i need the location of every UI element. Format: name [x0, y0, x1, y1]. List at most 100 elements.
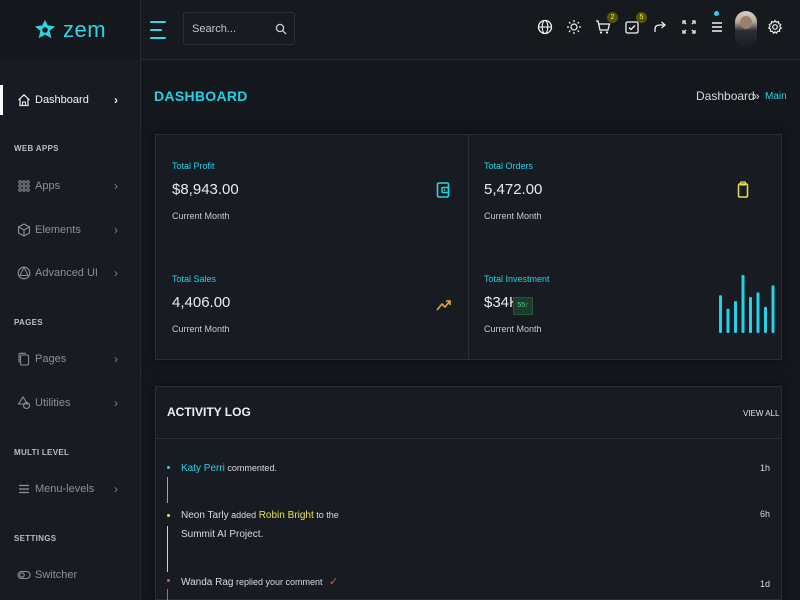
fullscreen-icon[interactable] [680, 18, 698, 36]
sidebar-label-advanced-ui: Advanced UI [35, 267, 98, 279]
right-sidebar-menu-icon[interactable] [708, 11, 726, 36]
shapes-icon [17, 396, 31, 410]
stat-value: 5,472.00 [484, 181, 543, 198]
settings-gear-icon[interactable] [766, 18, 784, 36]
stat-total-orders: Total Orders 5,472.00 Current Month [468, 135, 768, 235]
stat-sub: Current Month [172, 324, 230, 334]
sparkline-bar [771, 285, 775, 333]
tasks-badge: 5 [636, 12, 647, 23]
sidebar-item-dashboard[interactable]: Dashboard › [0, 85, 140, 115]
view-all-link[interactable]: VIEW ALL [743, 409, 779, 418]
stat-total-sales: Total Sales 4,406.00 Current Month [156, 248, 456, 348]
sidebar-label-utilities: Utilities [35, 397, 71, 409]
trend-up-icon [436, 300, 451, 311]
timeline-dot [167, 466, 170, 469]
timeline-dot [167, 514, 170, 517]
activity-action: replied your comment [235, 577, 323, 587]
activity-time: 6h [759, 509, 770, 519]
activity-text: Neon Tarly added Robin Bright to the Sum… [181, 506, 339, 544]
section-multi-level: MULTI LEVEL [14, 448, 70, 457]
sparkline-bar [764, 306, 767, 333]
user-avatar[interactable] [735, 11, 757, 47]
cart-icon[interactable]: 2 [594, 12, 618, 36]
search-input[interactable] [192, 20, 274, 38]
investment-trend-badge: 55↑ [513, 297, 533, 315]
chevron-right-icon: › [114, 396, 118, 410]
timeline-line [167, 477, 168, 503]
sparkline-bar [749, 297, 752, 333]
switcher-toggle-icon [17, 570, 31, 580]
sparkline-bar [734, 301, 737, 333]
apps-grid-icon [18, 180, 30, 192]
chevron-right-icon: › [114, 223, 118, 237]
search-box [183, 12, 295, 45]
stat-label: Total Sales [172, 274, 217, 284]
activity-text: Wanda Rag replied your comment ✓ [181, 573, 338, 592]
stat-label: Total Orders [484, 161, 534, 171]
stat-sub: Current Month [484, 211, 542, 221]
sidebar-item-elements[interactable]: Elements › [0, 215, 140, 245]
activity-log-card: ACTIVITY LOG VIEW ALL Katy Perri comment… [155, 386, 782, 600]
activity-action: added [231, 510, 257, 520]
active-indicator [0, 85, 3, 115]
sidebar-label-dashboard: Dashboard [35, 94, 89, 106]
home-icon [18, 93, 30, 107]
timeline-dot [167, 579, 170, 582]
activity-user[interactable]: Wanda Rag [181, 577, 233, 588]
chevron-right-icon: › [114, 93, 118, 107]
activity-time: 1h [759, 463, 770, 473]
sidebar-item-apps[interactable]: Apps › [0, 171, 140, 201]
breadcrumb-main: Main [765, 91, 787, 102]
sidebar-item-menu-levels[interactable]: Menu-levels › [0, 474, 140, 504]
sparkline-bar [719, 295, 722, 333]
sidebar-label-elements: Elements [35, 224, 81, 236]
globe-icon[interactable] [536, 18, 554, 36]
zem-logo-icon [34, 19, 56, 39]
activity-user[interactable]: Katy Perri [181, 463, 225, 474]
activity-time: 1d [759, 579, 770, 589]
wallet-icon [436, 182, 450, 198]
sidebar-label-menu-levels: Menu-levels [35, 483, 95, 495]
divider [156, 438, 781, 439]
theme-sun-icon[interactable] [565, 18, 583, 36]
sparkline-bar [726, 308, 730, 333]
sidebar-label-pages: Pages [35, 353, 67, 365]
chevron-right-icon: › [114, 482, 118, 496]
page-title: DASHBOARD [154, 88, 248, 104]
pages-icon [18, 352, 30, 366]
tasks-icon[interactable]: 5 [623, 12, 647, 36]
brand[interactable]: zem [0, 0, 141, 60]
checkmark-icon: ✓ [329, 576, 339, 588]
search-icon[interactable] [275, 23, 287, 35]
activity-project: Summit AI Project. [181, 529, 264, 540]
section-web-apps: WEB APPS [14, 144, 59, 153]
sidebar-item-switcher[interactable]: Switcher [0, 560, 140, 590]
sidebar-toggle-icon[interactable] [150, 21, 166, 39]
chevron-right-icon: › [114, 266, 118, 280]
stat-sub: Current Month [484, 324, 542, 334]
share-icon[interactable] [651, 18, 669, 36]
investment-sparkline [719, 275, 775, 333]
sidebar-item-pages[interactable]: Pages › [0, 344, 140, 374]
online-indicator [714, 11, 719, 16]
activity-text: Katy Perri commented. [181, 459, 277, 478]
sidebar-label-switcher: Switcher [35, 569, 78, 581]
breadcrumb-dashboard[interactable]: Dashboard [696, 89, 755, 103]
sidebar-label-apps: Apps [35, 180, 61, 192]
menu-lines-icon [19, 484, 29, 494]
stat-sub: Current Month [172, 211, 230, 221]
layers-circle-icon [17, 266, 31, 280]
activity-target[interactable]: Robin Bright [259, 510, 314, 521]
section-settings: SETTINGS [14, 534, 57, 543]
section-pages: PAGES [14, 318, 43, 327]
stat-value: $8,943.00 [172, 181, 239, 198]
sidebar-item-advanced-ui[interactable]: Advanced UI › [0, 258, 140, 288]
sidebar: Dashboard › WEB APPS Apps › Elements › A… [0, 60, 141, 600]
sidebar-item-utilities[interactable]: Utilities › [0, 388, 140, 418]
activity-action: commented. [227, 463, 277, 473]
chevron-right-icon: › [114, 179, 118, 193]
stat-label: Total Investment [484, 274, 550, 284]
stat-value: 4,406.00 [172, 294, 231, 311]
activity-user[interactable]: Neon Tarly [181, 510, 229, 521]
stat-total-profit: Total Profit $8,943.00 Current Month [156, 135, 456, 235]
